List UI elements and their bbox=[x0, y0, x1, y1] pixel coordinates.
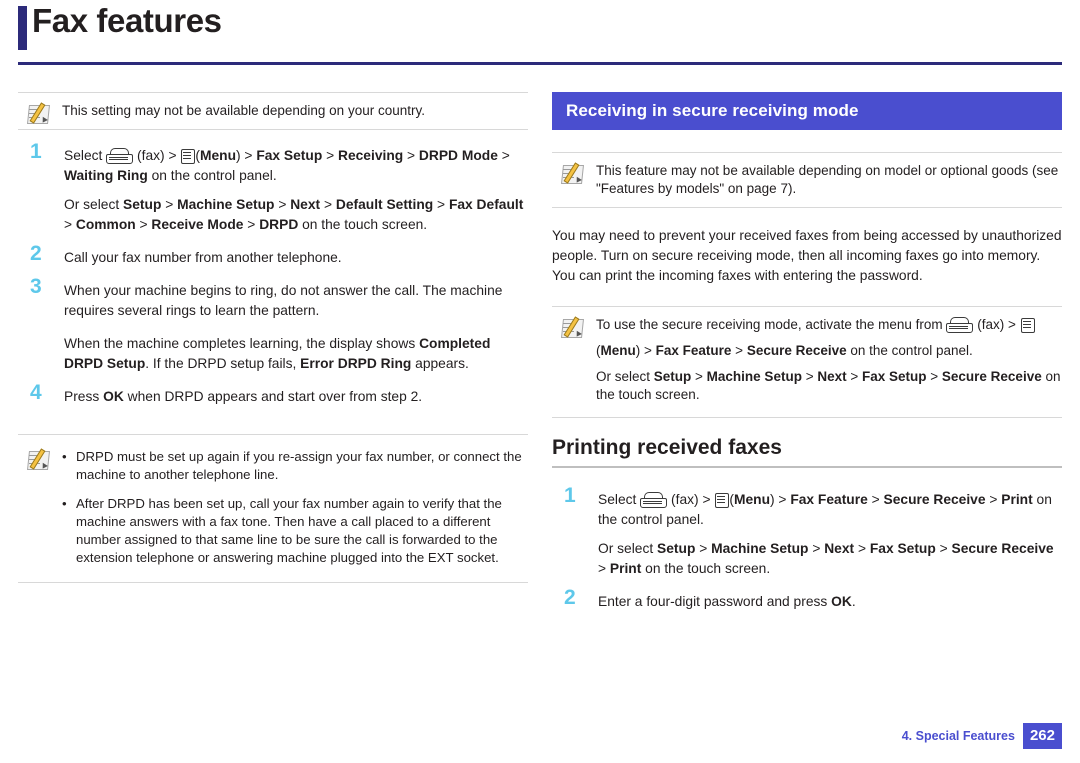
footer-page-number: 262 bbox=[1022, 723, 1062, 749]
note3-divider-bottom bbox=[552, 417, 1062, 418]
right-step-1-fax-label: (fax) > bbox=[671, 492, 715, 507]
footer-chapter: 4. Special Features bbox=[901, 729, 1015, 743]
left-step-1-line1: Select (fax) > (Menu) > Fax Setup > Rece… bbox=[64, 148, 510, 183]
note-drpd-bullets: DRPD must be set up again if you re-assi… bbox=[18, 434, 528, 583]
right-column: Receiving in secure receiving mode This … bbox=[552, 92, 1062, 625]
note-pencil-icon-2 bbox=[26, 448, 50, 471]
left-step-3: 3 When your machine begins to ring, do n… bbox=[18, 276, 528, 374]
fax-icon bbox=[106, 148, 134, 164]
menu-icon-3 bbox=[714, 492, 730, 508]
fax-icon-3 bbox=[640, 492, 668, 508]
bullets-divider-bottom bbox=[18, 582, 528, 583]
heading-printing-received-faxes: Printing received faxes bbox=[552, 436, 782, 459]
left-step-1-number: 1 bbox=[30, 140, 42, 163]
heading-printing-divider bbox=[552, 466, 1062, 468]
right-step-1-number: 1 bbox=[564, 484, 576, 507]
note-divider-bottom bbox=[18, 129, 528, 130]
right-step-1-line2: Or select Setup > Machine Setup > Next >… bbox=[598, 541, 1054, 576]
left-step-2: 2 Call your fax number from another tele… bbox=[18, 243, 528, 268]
left-step-4-text: Press OK when DRPD appears and start ove… bbox=[64, 389, 423, 404]
left-step-1-fax-label: (fax) > bbox=[137, 148, 181, 163]
right-step-2-number: 2 bbox=[564, 586, 576, 609]
note3-divider-top bbox=[552, 306, 1062, 307]
bullets-divider-top bbox=[18, 434, 528, 435]
page-header: Fax features bbox=[0, 0, 1080, 65]
right-step-1-pre: Select bbox=[598, 492, 641, 507]
title-accent-bar bbox=[18, 6, 27, 50]
right-step-1: 1 Select (fax) > (Menu) > Fax Feature > … bbox=[552, 485, 1062, 579]
note-pencil-icon-4 bbox=[560, 316, 584, 339]
page-title: Fax features bbox=[32, 2, 222, 39]
note-secure-fax-label: (fax) > bbox=[977, 317, 1020, 332]
fax-icon-2 bbox=[946, 317, 974, 333]
note-bullet-list: DRPD must be set up again if you re-assi… bbox=[62, 448, 528, 567]
menu-icon bbox=[180, 148, 196, 164]
left-column: This setting may not be available depend… bbox=[18, 92, 528, 583]
note-secure-line1-pre: To use the secure receiving mode, activa… bbox=[596, 317, 947, 332]
note-pencil-icon-3 bbox=[560, 162, 584, 185]
note2-divider-top bbox=[552, 152, 1062, 153]
note-country-text: This setting may not be available depend… bbox=[62, 103, 425, 118]
note-divider-top bbox=[18, 92, 528, 93]
note-secure-menu: To use the secure receiving mode, activa… bbox=[552, 306, 1062, 418]
left-step-3-text: When your machine begins to ring, do not… bbox=[64, 283, 503, 318]
note-secure-line2: (Menu) > Fax Feature > Secure Receive on… bbox=[596, 343, 973, 358]
page-footer: 4. Special Features 262 bbox=[902, 723, 1062, 749]
note-secure-line3: Or select Setup > Machine Setup > Next >… bbox=[596, 369, 1061, 402]
note-model-text: This feature may not be available depend… bbox=[596, 163, 1059, 196]
secure-receiving-paragraph: You may need to prevent your received fa… bbox=[552, 228, 1062, 283]
note-country: This setting may not be available depend… bbox=[18, 92, 528, 130]
left-step-1-rest: Menu bbox=[199, 148, 236, 163]
header-divider bbox=[18, 62, 1062, 65]
left-step-4-number: 4 bbox=[30, 381, 42, 404]
left-step-2-text: Call your fax number from another teleph… bbox=[64, 250, 342, 265]
heading-secure-receiving: Receiving in secure receiving mode bbox=[552, 92, 1062, 130]
left-step-1-pre: Select bbox=[64, 148, 107, 163]
note2-divider-bottom bbox=[552, 207, 1062, 208]
left-step-3-number: 3 bbox=[30, 275, 42, 298]
right-step-2: 2 Enter a four-digit password and press … bbox=[552, 587, 1062, 612]
right-step-1-line1: Select (fax) > (Menu) > Fax Feature > Se… bbox=[598, 492, 1052, 527]
note-model-availability: This feature may not be available depend… bbox=[552, 152, 1062, 208]
left-step-1-line2: Or select Setup > Machine Setup > Next >… bbox=[64, 197, 524, 232]
note-secure-line1: To use the secure receiving mode, activa… bbox=[596, 316, 1062, 334]
left-step-4: 4 Press OK when DRPD appears and start o… bbox=[18, 382, 528, 407]
note-bullet-2: After DRPD has been set up, call your fa… bbox=[62, 495, 528, 567]
left-step-1: 1 Select (fax) > (Menu) > Fax Setup > Re… bbox=[18, 141, 528, 235]
left-step-2-number: 2 bbox=[30, 242, 42, 265]
left-step-3-text2: When the machine completes learning, the… bbox=[64, 336, 491, 371]
right-step-2-text: Enter a four-digit password and press OK… bbox=[598, 594, 856, 609]
note-bullet-1: DRPD must be set up again if you re-assi… bbox=[62, 448, 528, 484]
menu-icon-2 bbox=[1020, 317, 1035, 333]
note-pencil-icon bbox=[26, 102, 50, 125]
